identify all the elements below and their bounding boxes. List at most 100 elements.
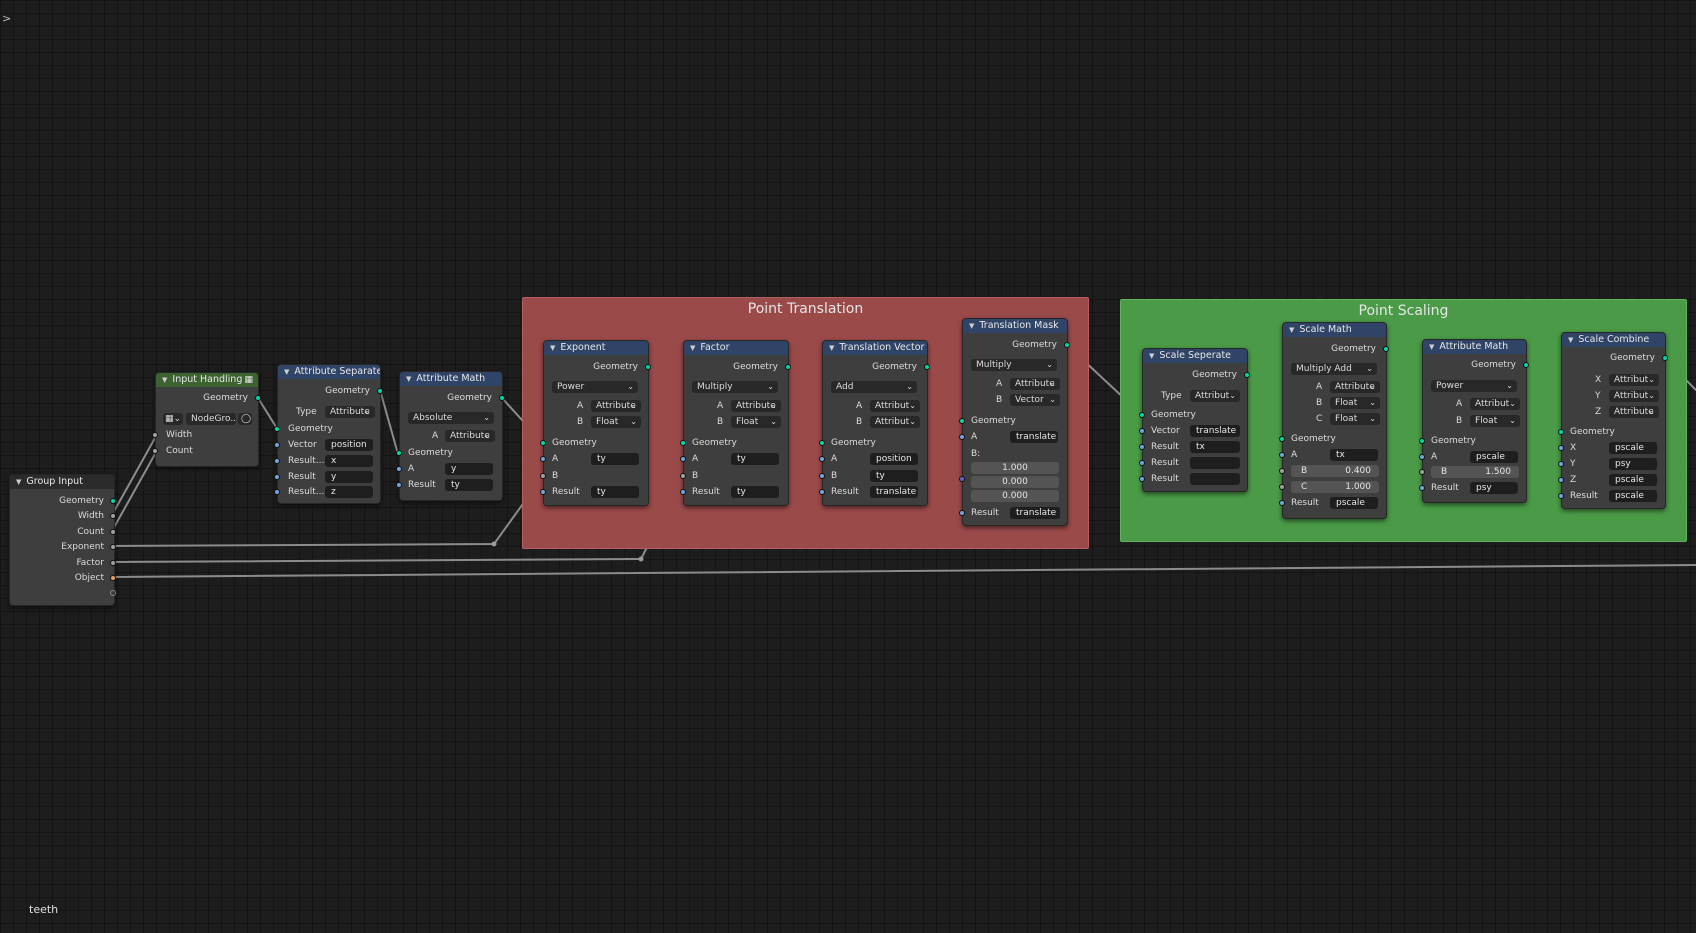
node-header[interactable]: ▼ Scale Seperate [1143, 349, 1247, 363]
result-field[interactable]: pscale [1330, 497, 1378, 509]
a-mode-dropdown[interactable]: Attribut ⌄ [870, 400, 920, 412]
node-exponent[interactable]: ▼ Exponent Geometry Power ⌄ A Attribute ⌄ B… [540, 340, 651, 506]
result-field[interactable]: ty [591, 486, 639, 498]
a-mode-dropdown[interactable]: Attribute ⌄ [1330, 381, 1380, 393]
collapse-icon[interactable]: ▼ [1429, 340, 1434, 354]
sidebar-toggle-icon[interactable]: > [2, 12, 11, 25]
socket-a[interactable] [540, 456, 546, 462]
socket-result[interactable] [540, 489, 546, 495]
a-field[interactable]: translate [1010, 431, 1058, 443]
socket-geometry-in[interactable] [540, 440, 546, 446]
b-mode-dropdown[interactable]: Vector ⌄ [1010, 394, 1060, 406]
socket-c[interactable] [1279, 484, 1285, 490]
reroute-exponent[interactable] [491, 541, 497, 547]
socket-geometry-out[interactable] [377, 388, 383, 394]
node-group-input[interactable]: ▼ Group Input Geometry Width Count Expone… [9, 474, 116, 606]
result-field[interactable]: psy [1470, 482, 1518, 494]
a-field[interactable]: position [870, 453, 918, 465]
collapse-icon[interactable]: ▼ [829, 341, 834, 355]
result-field[interactable]: ty [731, 486, 779, 498]
socket-b[interactable] [1419, 469, 1425, 475]
node-scale-separate[interactable]: ▼ Scale Seperate Geometry Type Attribut ⌄ … [1139, 348, 1250, 492]
node-group-selector[interactable]: NodeGro... [186, 413, 236, 425]
socket-vector[interactable] [1139, 428, 1145, 434]
shield-icon[interactable]: ◯ [238, 413, 252, 425]
z-field[interactable]: pscale [1609, 474, 1657, 486]
socket-result-x[interactable] [274, 458, 280, 464]
b-mode-dropdown[interactable]: Float ⌄ [1330, 397, 1380, 409]
collapse-icon[interactable]: ▼ [969, 319, 974, 333]
a-field[interactable]: pscale [1470, 451, 1518, 463]
socket-factor[interactable] [110, 560, 116, 566]
socket-a[interactable] [819, 456, 825, 462]
socket-count[interactable] [152, 448, 158, 454]
node-header[interactable]: ▼ Scale Math [1283, 323, 1386, 337]
operation-dropdown[interactable]: Multiply Add ⌄ [1291, 363, 1377, 375]
a-field[interactable]: ty [731, 453, 779, 465]
a-mode-dropdown[interactable]: Attribut ⌄ [1470, 398, 1520, 410]
socket-a[interactable] [1419, 454, 1425, 460]
node-header[interactable]: ▼ Attribute Math [1423, 340, 1526, 354]
node-input-handling[interactable]: ▼ Input Handling ▦ Geometry ▦⌄ NodeGro... … [152, 372, 261, 467]
collapse-icon[interactable]: ▼ [550, 341, 555, 355]
x-field[interactable]: pscale [1609, 442, 1657, 454]
socket-y[interactable] [1558, 461, 1564, 467]
a-mode-dropdown[interactable]: Attribute ⌄ [1010, 378, 1060, 390]
operation-dropdown[interactable]: Multiply ⌄ [692, 381, 778, 393]
socket-count[interactable] [110, 529, 116, 535]
socket-a[interactable] [680, 456, 686, 462]
node-header[interactable]: ▼ Translation Vector [823, 341, 927, 355]
socket-result[interactable] [396, 482, 402, 488]
socket-result[interactable] [1558, 493, 1564, 499]
socket-result-z[interactable] [274, 489, 280, 495]
result-field[interactable]: ty [445, 479, 493, 491]
result-x-field[interactable]: tx [1190, 441, 1240, 453]
a-mode-dropdown[interactable]: Attribute ⌄ [731, 400, 781, 412]
socket-empty[interactable] [110, 590, 116, 596]
collapse-icon[interactable]: ▼ [690, 341, 695, 355]
x-mode-dropdown[interactable]: Attribut ⌄ [1609, 374, 1659, 386]
c-value-field[interactable]: C 1.000 [1291, 481, 1379, 493]
socket-geometry-out[interactable] [645, 364, 651, 370]
result-z-field[interactable] [1190, 473, 1240, 485]
node-header[interactable]: ▼ Scale Combine [1562, 333, 1665, 347]
node-attribute-separate[interactable]: ▼ Attribute Separate ... Geometry Type At… [274, 364, 383, 504]
socket-geometry-in[interactable] [1139, 412, 1145, 418]
socket-a[interactable] [1279, 452, 1285, 458]
a-field[interactable]: tx [1330, 449, 1378, 461]
result-z-field[interactable]: z [325, 486, 373, 498]
socket-object[interactable] [110, 575, 116, 581]
y-field[interactable]: psy [1609, 458, 1657, 470]
socket-b[interactable] [819, 473, 825, 479]
socket-result[interactable] [680, 489, 686, 495]
socket-geometry-out[interactable] [1064, 342, 1070, 348]
socket-geometry[interactable] [255, 395, 261, 401]
socket-result-y[interactable] [274, 474, 280, 480]
node-translation-mask[interactable]: ▼ Translation Mask Geometry Multiply ⌄ A A… [959, 318, 1070, 526]
type-dropdown[interactable]: Attribut ⌄ [1190, 390, 1240, 402]
socket-result[interactable] [959, 510, 965, 516]
result-y-field[interactable]: y [325, 471, 373, 483]
socket-geometry-in[interactable] [959, 418, 965, 424]
collapse-icon[interactable]: ▼ [1149, 349, 1154, 363]
socket-geometry-in[interactable] [1558, 429, 1564, 435]
reroute-factor[interactable] [638, 556, 644, 562]
collapse-icon[interactable]: ▼ [406, 372, 411, 386]
socket-b-vector[interactable] [959, 476, 965, 482]
a-mode-dropdown[interactable]: Attribute ⌄ [445, 430, 495, 442]
socket-result[interactable] [819, 489, 825, 495]
socket-x[interactable] [1558, 445, 1564, 451]
result-y-field[interactable] [1190, 457, 1240, 469]
collapse-icon[interactable]: ▼ [162, 373, 167, 387]
b-mode-dropdown[interactable]: Float ⌄ [1470, 415, 1520, 427]
b-value-field[interactable]: B 1.500 [1431, 466, 1519, 478]
b-mode-dropdown[interactable]: Float ⌄ [731, 416, 781, 428]
node-header[interactable]: ▼ Factor [684, 341, 788, 355]
collapse-icon[interactable]: ▼ [16, 475, 21, 489]
y-mode-dropdown[interactable]: Attribut ⌄ [1609, 390, 1659, 402]
socket-geometry-out[interactable] [499, 395, 505, 401]
socket-result-y[interactable] [1139, 460, 1145, 466]
type-dropdown[interactable]: Attribute ⌄ [325, 406, 375, 418]
socket-a[interactable] [396, 466, 402, 472]
socket-geometry-in[interactable] [680, 440, 686, 446]
